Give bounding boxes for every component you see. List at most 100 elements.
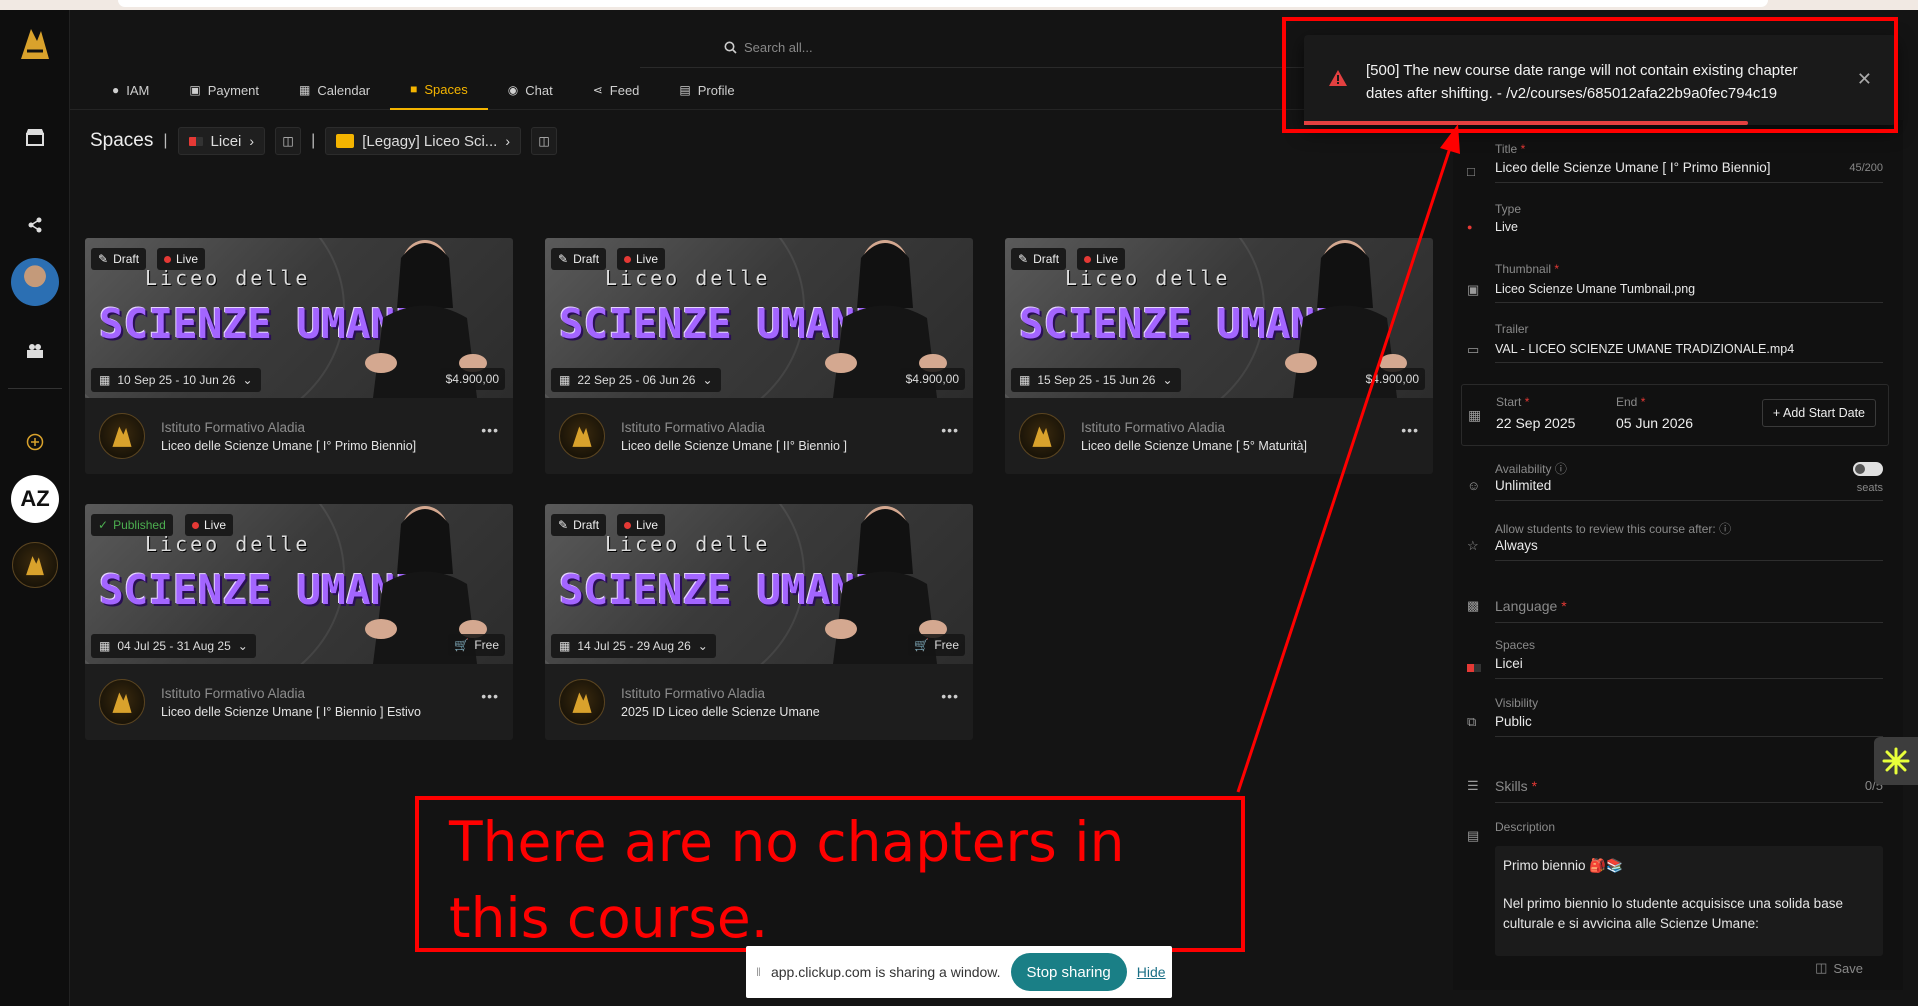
- spaces-field[interactable]: Spaces Licei: [1453, 638, 1883, 679]
- image-icon: ▣: [1467, 282, 1480, 297]
- add-start-date-button[interactable]: + Add Start Date: [1761, 399, 1876, 427]
- course-card[interactable]: Liceo delle SCIENZE UMANE ✎ Draft Live ▦ 1…: [1005, 238, 1433, 474]
- chat-icon: ◉: [507, 83, 519, 97]
- annotation-text: There are no chapters in this course.: [449, 810, 1125, 950]
- chevron-right-icon[interactable]: ›: [249, 133, 254, 149]
- course-card[interactable]: Liceo delle SCIENZE UMANE ✎ Draft Live ▦ 1…: [85, 238, 513, 474]
- stop-sharing-button[interactable]: Stop sharing: [1010, 953, 1127, 991]
- panel-toggle-icon[interactable]: ◫: [275, 127, 302, 155]
- mode-badge: Live: [157, 248, 206, 270]
- date-range-dropdown[interactable]: ▦ 15 Sep 25 - 15 Jun 26 ⌄: [1011, 368, 1181, 392]
- more-options-icon[interactable]: •••: [481, 422, 499, 438]
- folder-icon: [336, 134, 355, 148]
- visibility-field[interactable]: Visibility ⧉ Public: [1453, 696, 1883, 737]
- copy-icon: ⧉: [1467, 714, 1477, 729]
- description-editor[interactable]: Primo biennio 🎒📚 Nel primo biennio lo st…: [1495, 846, 1883, 956]
- date-range-dropdown[interactable]: ▦ 22 Sep 25 - 06 Jun 26 ⌄: [551, 368, 721, 392]
- chevron-down-icon: ⌄: [237, 639, 248, 653]
- type-field[interactable]: Type ● Live: [1453, 202, 1883, 242]
- save-button[interactable]: ◫ Save: [1815, 960, 1863, 976]
- breadcrumb-folder[interactable]: [Legagy] Liceo Sci... ›: [325, 127, 521, 155]
- course-card[interactable]: Liceo delle SCIENZE UMANE ✓ Published Liv…: [85, 504, 513, 740]
- panel-toggle-icon[interactable]: ◫: [530, 127, 557, 155]
- live-dot-icon: ●: [1467, 222, 1473, 232]
- tab-profile[interactable]: ▤ Profile: [659, 70, 754, 110]
- status-badge: ✓ Published: [91, 514, 173, 536]
- price-badge: 🛒 Free: [448, 634, 505, 656]
- share-icon: ⋖: [592, 83, 603, 97]
- az-org-avatar[interactable]: AZ: [0, 473, 70, 525]
- tab-feed[interactable]: ⋖ Feed: [573, 70, 660, 110]
- user-avatar[interactable]: [0, 257, 70, 307]
- course-thumbnail: Liceo delle SCIENZE UMANE ✎ Draft Live ▦ 1…: [545, 504, 973, 664]
- org-name: Istituto Formativo Aladia: [621, 419, 766, 435]
- course-card[interactable]: Liceo delle SCIENZE UMANE ✎ Draft Live ▦ 1…: [545, 504, 973, 740]
- course-detail-panel: Title * □ Liceo delle Scienze Umane [ I°…: [1453, 120, 1903, 990]
- date-range-dropdown[interactable]: ▦ 04 Jul 25 - 31 Aug 25 ⌄: [91, 634, 256, 658]
- edit-icon: ✎: [1018, 252, 1029, 266]
- tab-iam[interactable]: ● IAM: [92, 70, 169, 110]
- mode-badge: Live: [185, 514, 234, 536]
- date-range-dropdown[interactable]: ▦ 10 Sep 25 - 10 Jun 26 ⌄: [91, 368, 261, 392]
- tab-calendar[interactable]: ▦ Calendar: [279, 70, 390, 110]
- drag-handle-icon[interactable]: ‖: [756, 965, 761, 979]
- thumbnail-field[interactable]: Thumbnail * ▣ Liceo Scienze Umane Tumbna…: [1453, 262, 1883, 303]
- tab-payment[interactable]: ▣ Payment: [169, 70, 279, 110]
- share-icon[interactable]: [0, 210, 70, 240]
- language-field[interactable]: ▩ Language *: [1453, 598, 1883, 632]
- availability-field[interactable]: Availability ⓘ ☺ Unlimited seats: [1453, 460, 1883, 501]
- search-input[interactable]: Search all...: [744, 40, 813, 55]
- chevron-down-icon: ⌄: [702, 373, 713, 387]
- date-range-field: ▦ Start * 22 Sep 2025 End * 05 Jun 2026 …: [1461, 384, 1889, 446]
- edit-icon: ✎: [558, 518, 569, 532]
- flag-icon: [188, 136, 203, 146]
- course-title: Liceo delle Scienze Umane [ II° Biennio …: [621, 438, 847, 453]
- add-circle-icon[interactable]: [0, 427, 70, 457]
- breadcrumb: Spaces | Licei › ◫ | [Legagy] Liceo Sci.…: [90, 127, 557, 155]
- assistant-launcher-icon[interactable]: [1874, 737, 1918, 785]
- credit-card-icon: ▣: [189, 83, 201, 97]
- more-options-icon[interactable]: •••: [481, 688, 499, 704]
- info-icon: ⓘ: [1719, 522, 1732, 536]
- mode-badge: Live: [1077, 248, 1126, 270]
- org-name: Istituto Formativo Aladia: [621, 685, 766, 701]
- org-avatar: [559, 413, 605, 459]
- chevron-right-icon[interactable]: ›: [505, 133, 510, 149]
- unlimited-toggle[interactable]: [1853, 462, 1883, 476]
- date-range-dropdown[interactable]: ▦ 14 Jul 25 - 29 Aug 26 ⌄: [551, 634, 716, 658]
- start-date-input[interactable]: 22 Sep 2025: [1496, 415, 1575, 431]
- hide-link[interactable]: Hide: [1137, 964, 1166, 980]
- info-icon: ⓘ: [1554, 462, 1567, 476]
- app-logo[interactable]: [0, 18, 70, 68]
- left-sidebar: AZ: [0, 10, 70, 1006]
- price-badge: $4.900,00: [899, 368, 965, 390]
- tab-chat[interactable]: ◉ Chat: [488, 70, 573, 110]
- aladia-org-avatar[interactable]: [0, 539, 70, 591]
- live-dot-icon: [624, 255, 631, 263]
- browser-top-strip: [0, 0, 1918, 10]
- review-after-field[interactable]: Allow students to review this course aft…: [1453, 520, 1883, 561]
- tab-spaces[interactable]: ■ Spaces: [390, 70, 488, 110]
- end-date-input[interactable]: 05 Jun 2026: [1616, 415, 1693, 431]
- skills-field[interactable]: ☰ Skills * 0/5: [1453, 778, 1883, 808]
- calendar-icon: ▦: [299, 83, 311, 97]
- cube-icon: ■: [410, 82, 418, 96]
- breadcrumb-space[interactable]: Licei ›: [177, 127, 266, 155]
- more-options-icon[interactable]: •••: [941, 688, 959, 704]
- trailer-field[interactable]: Trailer ▭ VAL - LICEO SCIENZE UMANE TRAD…: [1453, 322, 1883, 363]
- check-icon: ✓: [98, 518, 109, 532]
- course-title: 2025 ID Liceo delle Scienze Umane: [621, 704, 820, 719]
- live-dot-icon: [1084, 255, 1091, 263]
- list-icon: ☰: [1467, 778, 1479, 793]
- group-icon[interactable]: [0, 336, 70, 366]
- title-field[interactable]: Title * □ Liceo delle Scienze Umane [ I°…: [1453, 142, 1883, 183]
- course-thumbnail: Liceo delle SCIENZE UMANE ✓ Published Liv…: [85, 504, 513, 664]
- more-options-icon[interactable]: •••: [1401, 422, 1419, 438]
- share-status-text: app.clickup.com is sharing a window.: [770, 964, 1001, 980]
- more-options-icon[interactable]: •••: [941, 422, 959, 438]
- annotation-highlight-box: [1282, 17, 1898, 133]
- search-bar[interactable]: Search all...: [640, 28, 1340, 68]
- store-icon[interactable]: [0, 122, 70, 152]
- page-title: Spaces: [90, 130, 154, 151]
- course-card[interactable]: Liceo delle SCIENZE UMANE ✎ Draft Live ▦ 2…: [545, 238, 973, 474]
